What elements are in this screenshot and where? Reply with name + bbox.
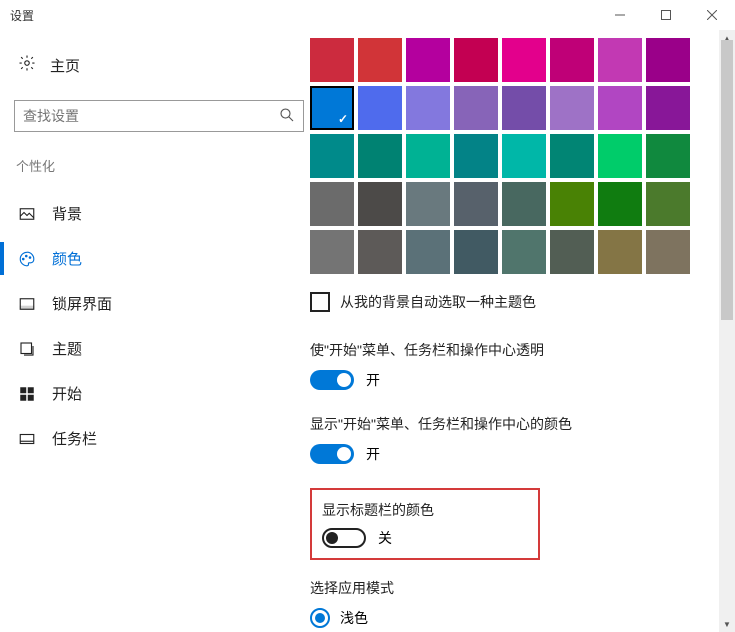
themes-icon — [18, 340, 36, 358]
sidebar-item-label: 主题 — [52, 338, 82, 359]
color-swatch[interactable] — [502, 38, 546, 82]
color-swatch[interactable] — [646, 86, 690, 130]
color-swatch[interactable] — [406, 38, 450, 82]
transparent-label: 使"开始"菜单、任务栏和操作中心透明 — [310, 340, 707, 360]
sidebar-item-taskbar[interactable]: 任务栏 — [14, 416, 300, 461]
search-input[interactable] — [14, 100, 304, 132]
color-swatch[interactable] — [646, 230, 690, 274]
color-swatch[interactable] — [358, 86, 402, 130]
lockscreen-icon — [18, 295, 36, 313]
close-button[interactable] — [689, 0, 735, 30]
transparent-state: 开 — [366, 370, 380, 390]
color-swatch[interactable] — [598, 134, 642, 178]
scrollbar-thumb[interactable] — [721, 40, 733, 320]
color-swatch[interactable] — [502, 182, 546, 226]
color-swatch[interactable] — [358, 134, 402, 178]
sidebar-item-label: 开始 — [52, 383, 82, 404]
color-swatch[interactable] — [646, 38, 690, 82]
color-swatch[interactable] — [550, 230, 594, 274]
sidebar-item-label: 锁屏界面 — [52, 293, 112, 314]
main-panel: 从我的背景自动选取一种主题色 使"开始"菜单、任务栏和操作中心透明 开 显示"开… — [310, 30, 735, 632]
color-swatch[interactable] — [406, 134, 450, 178]
color-swatch[interactable] — [310, 182, 354, 226]
transparent-toggle[interactable] — [310, 370, 354, 390]
color-swatch[interactable] — [358, 182, 402, 226]
sidebar-item-label: 任务栏 — [52, 428, 97, 449]
title-color-state: 关 — [378, 528, 392, 548]
radio-icon — [310, 608, 330, 628]
color-swatch[interactable] — [310, 86, 354, 130]
color-swatch[interactable] — [550, 38, 594, 82]
color-swatch[interactable] — [310, 230, 354, 274]
color-swatch[interactable] — [358, 230, 402, 274]
home-label: 主页 — [50, 55, 80, 76]
sidebar-item-label: 背景 — [52, 203, 82, 224]
scrollbar[interactable]: ▲ ▼ — [719, 30, 735, 632]
app-mode-light-radio[interactable]: 浅色 — [310, 608, 707, 628]
color-swatch[interactable] — [310, 134, 354, 178]
color-swatch[interactable] — [310, 38, 354, 82]
color-swatch[interactable] — [454, 182, 498, 226]
color-swatch[interactable] — [598, 182, 642, 226]
gear-icon — [18, 54, 36, 76]
start-color-label: 显示"开始"菜单、任务栏和操作中心的颜色 — [310, 414, 707, 434]
color-swatch[interactable] — [406, 230, 450, 274]
color-swatch[interactable] — [454, 86, 498, 130]
auto-pick-checkbox[interactable]: 从我的背景自动选取一种主题色 — [310, 292, 707, 312]
start-color-state: 开 — [366, 444, 380, 464]
title-bar: 设置 — [0, 0, 735, 30]
title-color-highlight: 显示标题栏的颜色 关 — [310, 488, 540, 560]
color-swatch[interactable] — [502, 230, 546, 274]
color-swatch[interactable] — [454, 230, 498, 274]
taskbar-icon — [18, 430, 36, 448]
sidebar-item-background[interactable]: 背景 — [14, 191, 300, 236]
sidebar-item-lockscreen[interactable]: 锁屏界面 — [14, 281, 300, 326]
scroll-down-icon[interactable]: ▼ — [719, 616, 735, 632]
sidebar-item-colors[interactable]: 颜色 — [14, 236, 300, 281]
color-swatch[interactable] — [646, 134, 690, 178]
color-swatch[interactable] — [454, 38, 498, 82]
home-link[interactable]: 主页 — [14, 48, 300, 82]
color-palette — [310, 38, 707, 274]
color-swatch[interactable] — [502, 134, 546, 178]
color-swatch[interactable] — [406, 86, 450, 130]
color-swatch[interactable] — [406, 182, 450, 226]
color-swatch[interactable] — [358, 38, 402, 82]
color-swatch[interactable] — [598, 86, 642, 130]
picture-icon — [18, 205, 36, 223]
color-swatch[interactable] — [598, 38, 642, 82]
sidebar: 主页 个性化 背景 颜色 锁屏界面 主题 开始 任务栏 — [0, 30, 310, 632]
app-mode-option: 浅色 — [340, 608, 368, 628]
color-swatch[interactable] — [550, 86, 594, 130]
color-swatch[interactable] — [646, 182, 690, 226]
title-color-label: 显示标题栏的颜色 — [322, 500, 528, 520]
start-icon — [18, 385, 36, 403]
app-mode-label: 选择应用模式 — [310, 578, 707, 598]
sidebar-item-themes[interactable]: 主题 — [14, 326, 300, 371]
color-swatch[interactable] — [550, 182, 594, 226]
color-swatch[interactable] — [550, 134, 594, 178]
sidebar-item-start[interactable]: 开始 — [14, 371, 300, 416]
checkbox-icon — [310, 292, 330, 312]
auto-pick-label: 从我的背景自动选取一种主题色 — [340, 292, 536, 312]
color-swatch[interactable] — [502, 86, 546, 130]
search-wrap — [14, 100, 304, 132]
section-title: 个性化 — [14, 156, 300, 175]
sidebar-item-label: 颜色 — [52, 248, 82, 269]
title-color-toggle[interactable] — [322, 528, 366, 548]
start-color-toggle[interactable] — [310, 444, 354, 464]
color-swatch[interactable] — [454, 134, 498, 178]
minimize-button[interactable] — [597, 0, 643, 30]
color-swatch[interactable] — [598, 230, 642, 274]
maximize-button[interactable] — [643, 0, 689, 30]
palette-icon — [18, 250, 36, 268]
search-icon — [278, 106, 296, 129]
window-title: 设置 — [10, 7, 34, 24]
